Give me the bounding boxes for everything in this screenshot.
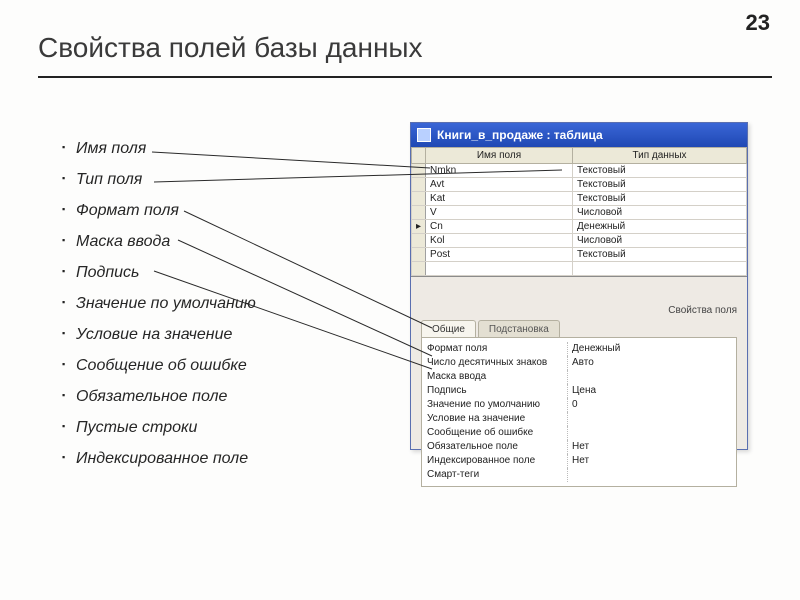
bullet-item: Маска ввода — [62, 233, 362, 251]
table-row[interactable]: AvtТекстовый — [412, 178, 747, 192]
bullet-list: Имя поля Тип поля Формат поля Маска ввод… — [62, 140, 362, 481]
property-row[interactable]: Смарт-теги — [427, 468, 731, 482]
properties-panel: Формат поляДенежный Число десятичных зна… — [421, 337, 737, 487]
table-row[interactable]: KatТекстовый — [412, 192, 747, 206]
table-row[interactable]: NmknТекстовый — [412, 164, 747, 178]
bullet-item: Пустые строки — [62, 419, 362, 437]
field-grid: Имя поля Тип данных NmknТекстовый AvtТек… — [411, 147, 747, 277]
table-row[interactable]: KolЧисловой — [412, 234, 747, 248]
tab-lookup[interactable]: Подстановка — [478, 320, 560, 337]
property-row[interactable]: Индексированное полеНет — [427, 454, 731, 468]
property-row[interactable]: Обязательное полеНет — [427, 440, 731, 454]
page-number: 23 — [746, 10, 770, 36]
property-row[interactable]: Условие на значение — [427, 412, 731, 426]
bullet-item: Обязательное поле — [62, 388, 362, 406]
bullet-item: Сообщение об ошибке — [62, 357, 362, 375]
bullet-item: Имя поля — [62, 140, 362, 158]
bullet-item: Тип поля — [62, 171, 362, 189]
title-underline — [38, 76, 772, 78]
property-tabs: Общие Подстановка — [421, 320, 747, 337]
bullet-item: Условие на значение — [62, 326, 362, 344]
access-table-window: Книги_в_продаже : таблица Имя поля Тип д… — [410, 122, 748, 450]
property-row[interactable]: Сообщение об ошибке — [427, 426, 731, 440]
row-header-blank — [412, 148, 426, 164]
table-icon — [417, 128, 431, 142]
column-header-type[interactable]: Тип данных — [572, 148, 746, 164]
column-header-name[interactable]: Имя поля — [426, 148, 573, 164]
property-row[interactable]: Формат поляДенежный — [427, 342, 731, 356]
slide-title: Свойства полей базы данных — [38, 32, 423, 64]
bullet-item: Индексированное поле — [62, 450, 362, 468]
table-row[interactable]: PostТекстовый — [412, 248, 747, 262]
property-row[interactable]: Значение по умолчанию0 — [427, 398, 731, 412]
table-row[interactable] — [412, 262, 747, 276]
bullet-item: Формат поля — [62, 202, 362, 220]
window-title: Книги_в_продаже : таблица — [437, 128, 603, 142]
table-row[interactable]: ▸CnДенежный — [412, 220, 747, 234]
window-titlebar[interactable]: Книги_в_продаже : таблица — [411, 123, 747, 147]
properties-section-label: Свойства поля — [411, 299, 747, 320]
bullet-item: Подпись — [62, 264, 362, 282]
bullet-item: Значение по умолчанию — [62, 295, 362, 313]
property-row[interactable]: ПодписьЦена — [427, 384, 731, 398]
property-row[interactable]: Маска ввода — [427, 370, 731, 384]
row-selector-icon[interactable]: ▸ — [412, 220, 426, 234]
table-row[interactable]: VЧисловой — [412, 206, 747, 220]
tab-general[interactable]: Общие — [421, 320, 476, 337]
property-row[interactable]: Число десятичных знаковАвто — [427, 356, 731, 370]
